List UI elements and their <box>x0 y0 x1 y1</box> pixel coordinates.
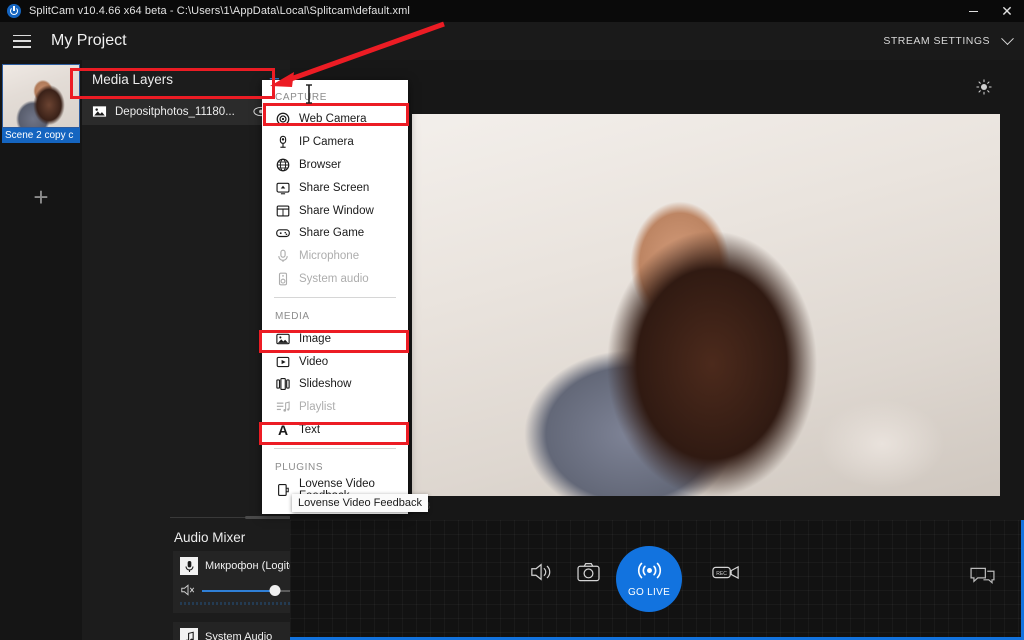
image-icon <box>275 331 290 346</box>
title-bar: SplitCam v10.4.66 x64 beta - C:\Users\1\… <box>0 0 1024 22</box>
add-scene-button[interactable]: + <box>2 165 80 229</box>
gamepad-icon <box>275 226 290 241</box>
menu-item-label: Text <box>299 423 321 436</box>
svg-text:A: A <box>277 422 287 437</box>
menu-item-web-camera[interactable]: Web Camera <box>262 108 408 131</box>
video-icon <box>275 354 290 369</box>
go-live-label: GO LIVE <box>627 586 671 598</box>
splitcam-window: SplitCam v10.4.66 x64 beta - C:\Users\1\… <box>0 0 1024 640</box>
layer-row[interactable]: Depositphotos_11180... • <box>82 98 290 125</box>
menu-item-text[interactable]: A Text <box>262 419 408 442</box>
menu-item-slideshow[interactable]: Slideshow <box>262 373 408 396</box>
globe-icon <box>275 157 290 172</box>
menu-item-system-audio: System audio <box>262 268 408 291</box>
menu-item-label: Image <box>299 332 331 345</box>
sun-icon[interactable] <box>976 79 992 95</box>
go-live-button[interactable]: GO LIVE <box>616 546 682 612</box>
scene-thumbnail <box>2 64 80 128</box>
chevron-down-icon <box>1001 31 1014 45</box>
menu-item-share-window[interactable]: Share Window <box>262 199 408 222</box>
window-title: SplitCam v10.4.66 x64 beta - C:\Users\1\… <box>29 5 410 17</box>
close-button[interactable]: ✕ <box>990 0 1024 22</box>
app-header: My Project STREAM SETTINGS <box>0 22 1024 60</box>
menu-item-microphone: Microphone <box>262 245 408 268</box>
menu-item-browser[interactable]: Browser <box>262 154 408 177</box>
menu-section-capture: CAPTURE <box>275 92 327 103</box>
svg-text:REC: REC <box>716 571 727 577</box>
stream-settings-button[interactable]: STREAM SETTINGS <box>883 31 1014 47</box>
window-icon <box>275 203 290 218</box>
menu-item-label: Browser <box>299 158 342 171</box>
slideshow-icon <box>275 377 290 392</box>
microphone-icon <box>275 249 290 264</box>
menu-divider <box>274 297 396 299</box>
menu-item-video[interactable]: Video <box>262 350 408 373</box>
webcam-icon <box>275 112 290 127</box>
rec-icon[interactable]: REC <box>712 564 740 586</box>
splitcam-logo-icon <box>7 4 21 18</box>
media-layers-title: Media Layers <box>92 71 174 87</box>
camera-icon[interactable] <box>577 562 600 587</box>
minimize-button[interactable] <box>956 0 990 22</box>
menu-item-label: System audio <box>299 272 369 285</box>
menu-item-label: Playlist <box>299 401 336 414</box>
text-icon: A <box>275 422 290 437</box>
plugin-tooltip: Lovense Video Feedback <box>292 494 428 512</box>
chat-icon[interactable] <box>970 566 995 591</box>
ip-camera-icon <box>275 135 290 150</box>
menu-section-plugins: PLUGINS <box>275 462 324 474</box>
add-source-menu: CAPTURE Web Camera IP Camera Browser Sha… <box>262 80 408 514</box>
stream-settings-label: STREAM SETTINGS <box>883 35 990 47</box>
scenes-strip: Scene 2 copy c + <box>0 60 82 640</box>
menu-item-ip-camera[interactable]: IP Camera <box>262 131 408 154</box>
menu-item-label: Video <box>299 355 329 368</box>
menu-divider <box>274 448 396 450</box>
menu-item-label: IP Camera <box>299 136 354 149</box>
menu-item-share-game[interactable]: Share Game <box>262 222 408 245</box>
menu-hamburger-icon[interactable] <box>13 34 31 48</box>
left-dock: Media Layers + Depositphotos_11180... • <box>82 60 366 640</box>
music-note-icon <box>180 628 198 640</box>
bottom-toolbar: GO LIVE REC <box>290 520 1024 640</box>
page-title: My Project <box>51 32 127 49</box>
menu-item-label: Share Game <box>299 227 365 240</box>
menu-item-label: Web Camera <box>299 113 367 126</box>
speaker-icon[interactable] <box>530 562 554 587</box>
scene-label: Scene 2 copy c <box>2 128 80 143</box>
scene-item[interactable]: Scene 2 copy c <box>0 64 82 143</box>
plugin-icon <box>275 482 290 497</box>
broadcast-icon <box>636 561 663 585</box>
menu-item-label: Share Window <box>299 204 374 217</box>
image-icon <box>92 104 107 119</box>
menu-item-share-screen[interactable]: Share Screen <box>262 176 408 199</box>
playlist-icon <box>275 400 290 415</box>
menu-item-label: Share Screen <box>299 181 370 194</box>
window-controls: ✕ <box>956 0 1024 22</box>
menu-item-image[interactable]: Image <box>262 327 408 350</box>
microphone-icon <box>180 557 198 575</box>
system-audio-icon <box>275 271 290 286</box>
layer-name: Depositphotos_11180... <box>115 105 235 118</box>
media-layers-header: Media Layers + <box>82 60 290 98</box>
menu-section-media: MEDIA <box>275 311 310 323</box>
menu-item-label: Microphone <box>299 250 360 263</box>
monitor-icon <box>275 180 290 195</box>
menu-item-playlist: Playlist <box>262 396 408 419</box>
mute-button[interactable] <box>180 583 195 598</box>
menu-item-label: Slideshow <box>299 378 352 391</box>
video-preview[interactable] <box>412 114 1000 496</box>
